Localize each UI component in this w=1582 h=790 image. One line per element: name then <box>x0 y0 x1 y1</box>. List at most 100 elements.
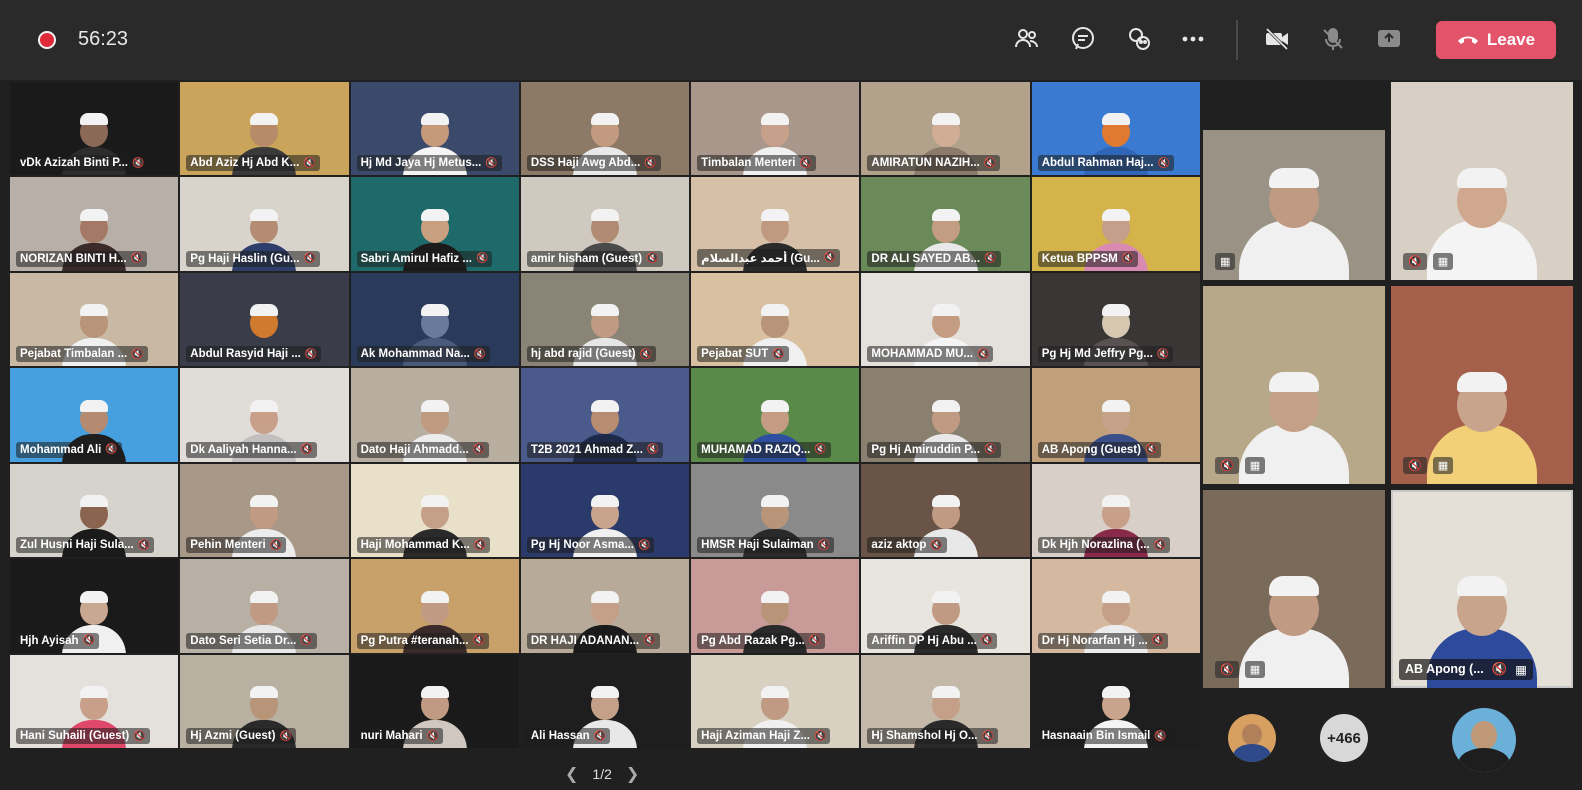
participant-name: HMSR Haji Sulaiman <box>701 539 814 552</box>
screen-icon: ▦ <box>1515 663 1528 677</box>
participant-tile[interactable]: Pg Putra #teranah... 🔇 <box>350 559 519 653</box>
spotlight-video-tile[interactable]: AB Apong (... 🔇 ▦ <box>1391 490 1573 688</box>
participant-tile[interactable]: أحمد عبدالسلام (Gu... 🔇 <box>691 177 860 271</box>
participant-tile[interactable]: Ali Hassan 🔇 <box>520 654 690 748</box>
spotlight-video-tile[interactable]: ▦ <box>1203 130 1385 280</box>
mic-off-icon: 🔇 <box>300 444 314 456</box>
camera-off-icon[interactable] <box>1260 22 1294 56</box>
participant-tile[interactable]: aziz aktop 🔇 <box>861 463 1030 558</box>
participant-tile[interactable]: NORIZAN BINTI H... 🔇 <box>10 177 179 271</box>
participant-name: Abd Aziz Hj Abd K... <box>190 157 300 170</box>
participant-tile[interactable]: DSS Haji Awg Abd... 🔇 <box>520 82 690 176</box>
participant-name-tag: Pg Hj Noor Asma... 🔇 <box>526 537 655 554</box>
participant-name-tag: Hjh Ayisah 🔇 <box>16 632 100 649</box>
participant-name-tag: Pg Hj Amiruddin P... 🔇 <box>867 441 1001 458</box>
participant-name: Hj Shamshol Hj O... <box>871 730 978 742</box>
participant-tile[interactable]: MOHAMMAD MU... 🔇 <box>861 272 1030 367</box>
mic-off-icon: 🔇 <box>105 444 118 456</box>
participant-tile[interactable]: Hjh Ayisah 🔇 <box>10 559 179 653</box>
reactions-icon[interactable] <box>1122 22 1156 56</box>
overflow-participants-button[interactable]: +466 <box>1320 714 1368 762</box>
mic-off-icon: 🔇 <box>814 444 827 456</box>
mic-off-icon: 🔇 <box>133 730 146 742</box>
participant-tile[interactable]: nuri Mahari 🔇 <box>350 654 519 748</box>
participant-name-tag: Hj Azmi (Guest) 🔇 <box>186 728 296 744</box>
participant-name-tag: MUHAMAD RAZIQ... 🔇 <box>697 441 831 458</box>
participant-tile[interactable]: Dk Hjh Norazlina (... 🔇 <box>1031 463 1200 558</box>
more-icon[interactable] <box>1176 22 1210 56</box>
participant-tile[interactable]: Timbalan Menteri 🔇 <box>691 82 860 176</box>
self-avatar[interactable] <box>1452 708 1516 772</box>
participant-tile[interactable]: Ketua BPPSM 🔇 <box>1031 177 1200 271</box>
participant-name-tag: Pg Abd Razak Pg... 🔇 <box>697 632 826 649</box>
spotlight-video-tile[interactable]: 🔇 ▦ <box>1203 286 1385 484</box>
chat-icon[interactable] <box>1066 22 1100 56</box>
participant-tile[interactable]: Hasnaain Bin Ismail 🔇 <box>1031 654 1200 748</box>
leave-button[interactable]: Leave <box>1436 21 1556 59</box>
mic-off-icon: 🔇 <box>1215 661 1239 678</box>
participant-tile[interactable]: Hj Azmi (Guest) 🔇 <box>180 654 349 748</box>
share-icon[interactable] <box>1372 22 1406 56</box>
participant-tile[interactable]: Dr Hj Norarfan Hj ... 🔇 <box>1031 559 1200 653</box>
mic-off-icon: 🔇 <box>1151 635 1165 647</box>
mic-off-icon: 🔇 <box>1153 539 1167 551</box>
spotlight-video-tile[interactable]: 🔇 ▦ <box>1203 490 1385 688</box>
participant-tile[interactable]: Pg Hj Amiruddin P... 🔇 <box>861 368 1030 462</box>
participant-tile[interactable]: Pehin Menteri 🔇 <box>180 463 349 558</box>
participant-tile[interactable]: Abdul Rahman Haj... 🔇 <box>1031 82 1200 176</box>
participant-name-tag: Pg Hj Md Jeffry Pg... 🔇 <box>1037 346 1174 363</box>
spotlight-video-tile[interactable]: 🔇 ▦ <box>1391 82 1573 280</box>
mic-off-icon: 🔇 <box>930 539 943 551</box>
spotlight-video-tile[interactable]: 🔇 ▦ <box>1391 286 1573 484</box>
participant-tile[interactable]: AB Apong (Guest) 🔇 <box>1031 368 1200 462</box>
participant-tile[interactable]: AMIRATUN NAZIH... 🔇 <box>861 82 1030 176</box>
participant-tile[interactable]: Ak Mohammad Na... 🔇 <box>350 272 519 367</box>
mic-off-icon: 🔇 <box>1403 253 1427 270</box>
participant-name-tag: Hani Suhaili (Guest) 🔇 <box>16 728 150 744</box>
participant-name: Abdul Rahman Haj... <box>1041 157 1154 170</box>
participant-tile[interactable]: Dato Seri Setia Dr... 🔇 <box>180 559 349 653</box>
participant-tile[interactable]: Abd Aziz Hj Abd K... 🔇 <box>180 82 349 176</box>
chevron-left-icon[interactable]: ❮ <box>565 764 578 784</box>
participant-tile[interactable]: Pg Abd Razak Pg... 🔇 <box>691 559 860 653</box>
participant-tile[interactable]: DR ALI SAYED AB... 🔇 <box>861 177 1030 271</box>
participant-tile[interactable]: amir hisham (Guest) 🔇 <box>520 177 690 271</box>
people-icon[interactable] <box>1010 22 1044 56</box>
participant-tile[interactable]: Pejabat SUT 🔇 <box>691 272 860 367</box>
participant-name: Pg Abd Razak Pg... <box>701 634 805 647</box>
participant-name-tag: Ak Mohammad Na... 🔇 <box>356 346 491 363</box>
participant-name: MOHAMMAD MU... <box>871 348 973 361</box>
participant-tile[interactable]: Hani Suhaili (Guest) 🔇 <box>10 654 179 748</box>
participant-tile[interactable]: Hj Md Jaya Hj Metus... 🔇 <box>350 82 519 176</box>
participant-tile[interactable]: hj abd rajid (Guest) 🔇 <box>520 272 690 367</box>
participant-tile[interactable]: Mohammad Ali 🔇 <box>10 368 179 462</box>
participant-tile[interactable]: Dato Haji Ahmadd... 🔇 <box>350 368 519 462</box>
participant-tile[interactable]: DR HAJI ADANAN... 🔇 <box>520 559 690 653</box>
participant-tile[interactable]: Pejabat Timbalan ... 🔇 <box>10 272 179 367</box>
participant-name: Hjh Ayisah <box>20 634 79 647</box>
participant-name-tag: Dato Haji Ahmadd... 🔇 <box>356 441 490 458</box>
participant-tile[interactable]: Pg Hj Md Jeffry Pg... 🔇 <box>1031 272 1200 367</box>
mic-off-icon: 🔇 <box>130 253 144 265</box>
participant-name: aziz aktop <box>871 539 927 552</box>
participant-tile[interactable]: Pg Hj Noor Asma... 🔇 <box>520 463 690 558</box>
participant-tile[interactable]: Pg Haji Haslin (Gu... 🔇 <box>180 177 349 271</box>
participant-tile[interactable]: Ariffin DP Hj Abu ... 🔇 <box>861 559 1030 653</box>
participant-tile[interactable]: Abdul Rasyid Haji ... 🔇 <box>180 272 349 367</box>
mic-off-icon: 🔇 <box>637 539 651 551</box>
participant-tile[interactable]: Haji Aziman Haji Z... 🔇 <box>691 654 860 748</box>
mic-off-icon[interactable] <box>1316 22 1350 56</box>
participant-tile[interactable]: Dk Aaliyah Hanna... 🔇 <box>180 368 349 462</box>
mic-off-icon: 🔇 <box>823 252 837 264</box>
chevron-right-icon[interactable]: ❯ <box>626 764 639 784</box>
participant-tile[interactable]: HMSR Haji Sulaiman 🔇 <box>691 463 860 558</box>
participant-tile[interactable]: Haji Mohammad K... 🔇 <box>350 463 519 558</box>
participant-tile[interactable]: vDk Azizah Binti P... 🔇 <box>10 82 179 176</box>
participant-tile[interactable]: Hj Shamshol Hj O... 🔇 <box>861 654 1030 748</box>
participant-name: Ali Hassan <box>530 730 590 742</box>
participant-avatar[interactable] <box>1228 714 1276 762</box>
participant-tile[interactable]: T2B 2021 Ahmad Z... 🔇 <box>520 368 690 462</box>
participant-tile[interactable]: Sabri Amirul Hafiz ... 🔇 <box>350 177 519 271</box>
participant-tile[interactable]: Zul Husni Haji Sula... 🔇 <box>10 463 179 558</box>
participant-tile[interactable]: MUHAMAD RAZIQ... 🔇 <box>691 368 860 462</box>
